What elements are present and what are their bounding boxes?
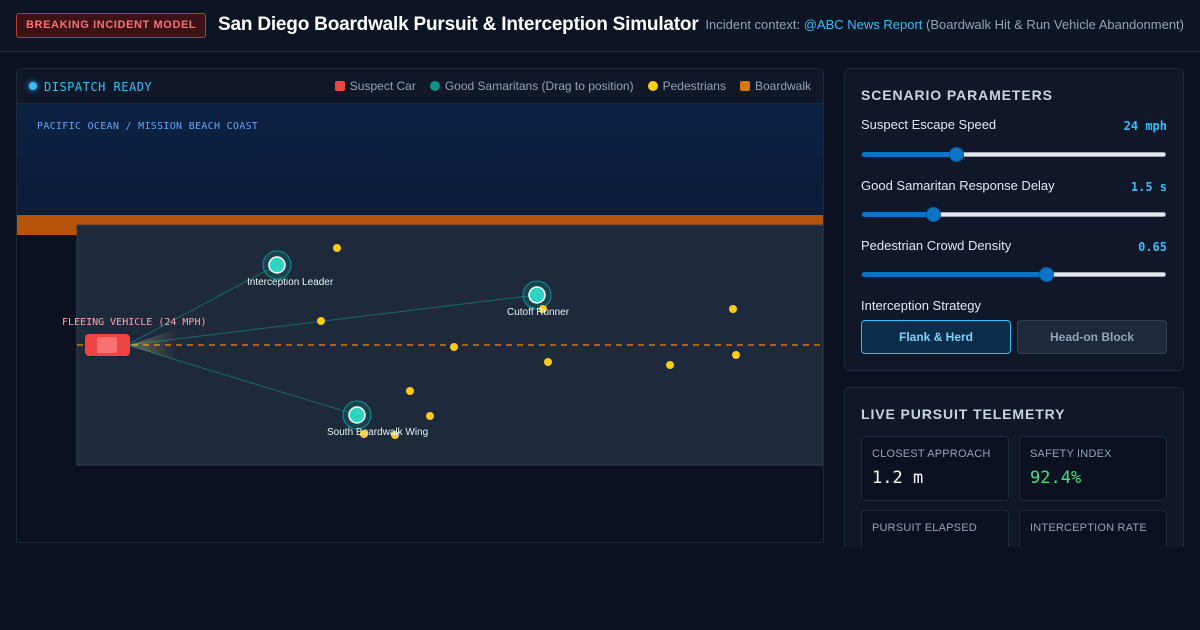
head-on-block-button[interactable]: Head-on Block <box>1017 320 1167 354</box>
legend-boardwalk: Boardwalk <box>739 79 811 93</box>
slider-fill <box>862 152 956 157</box>
slider-thumb[interactable] <box>926 207 941 222</box>
pedestrian-icon <box>426 412 434 420</box>
pedestrian-icon <box>732 351 740 359</box>
stat-label: INTERCEPTION RATE <box>1030 522 1147 534</box>
stat-label: SAFETY INDEX <box>1030 448 1112 460</box>
slider-fill <box>862 272 1046 277</box>
incident-context: Incident context: @ABC News Report (Boar… <box>705 17 1184 33</box>
panel-title: SCENARIO PARAMETERS <box>861 87 1053 103</box>
speed-slider[interactable] <box>862 146 1166 162</box>
suspect-car-swatch-icon <box>334 81 345 91</box>
pedestrian-swatch-icon <box>647 81 658 91</box>
crowd-density-value: 0.65 <box>1138 240 1167 254</box>
boardwalk-swatch-icon <box>739 81 750 91</box>
page-title: San Diego Boardwalk Pursuit & Intercepti… <box>218 14 699 35</box>
slider-thumb[interactable] <box>949 147 964 162</box>
strategy-label: Interception Strategy <box>861 298 981 313</box>
legend-pedestrians: Pedestrians <box>647 79 726 93</box>
samaritan-label: Cutoff Runner <box>507 307 570 318</box>
flank-and-herd-button[interactable]: Flank & Herd <box>861 320 1011 354</box>
simulation-toolbar: DISPATCH READY Suspect Car Good Samarita… <box>17 69 823 104</box>
legend-label: Good Samaritans (Drag to position) <box>444 79 634 93</box>
app-header: BREAKING INCIDENT MODEL San Diego Boardw… <box>0 0 1200 52</box>
samaritan-swatch-icon <box>429 81 440 91</box>
suspect-car-icon[interactable] <box>85 334 130 357</box>
context-prefix: Incident context: <box>705 17 801 32</box>
slider-fill <box>862 212 933 217</box>
pedestrian-icon <box>729 305 737 313</box>
legend-label: Pedestrians <box>662 79 726 93</box>
pedestrian-icon <box>666 361 674 369</box>
interception-rate-card: INTERCEPTION RATE <box>1019 510 1167 547</box>
stat-value: 92.4% <box>1030 468 1082 488</box>
crowd-density-label: Pedestrian Crowd Density <box>861 238 1012 253</box>
pedestrian-icon <box>450 343 458 351</box>
response-delay-value: 1.5 s <box>1130 180 1167 194</box>
legend-label: Boardwalk <box>754 79 811 93</box>
samaritan-label: South Boardwalk Wing <box>327 427 429 438</box>
legend-suspect-car: Suspect Car <box>334 79 416 93</box>
pedestrian-icon <box>333 244 341 252</box>
samaritan-label: Interception Leader <box>247 277 334 288</box>
context-suffix: (Boardwalk Hit & Run Vehicle Abandonment… <box>926 17 1184 32</box>
safety-index-card: SAFETY INDEX 92.4% <box>1019 436 1167 501</box>
status-indicator-icon <box>29 82 37 90</box>
stat-value: 1.2 m <box>872 468 924 488</box>
simulation-panel: DISPATCH READY Suspect Car Good Samarita… <box>16 68 824 543</box>
samaritan-south-boardwalk-wing[interactable] <box>342 400 372 430</box>
map-legend: Suspect Car Good Samaritans (Drag to pos… <box>334 79 811 93</box>
stat-label: CLOSEST APPROACH <box>872 448 991 460</box>
legend-good-samaritans: Good Samaritans (Drag to position) <box>429 79 634 93</box>
crowd-density-slider[interactable] <box>862 266 1166 282</box>
boardwalk-corner <box>17 225 77 235</box>
pedestrian-icon <box>406 387 414 395</box>
live-telemetry-panel: LIVE PURSUIT TELEMETRY CLOSEST APPROACH … <box>844 387 1184 547</box>
response-delay-slider[interactable] <box>862 206 1166 222</box>
speed-label: Suspect Escape Speed <box>861 117 997 132</box>
pedestrian-icon <box>544 358 552 366</box>
scenario-parameters-panel: SCENARIO PARAMETERS Suspect Escape Speed… <box>844 68 1184 371</box>
samaritan-cutoff-runner[interactable] <box>522 280 552 310</box>
pursuit-map[interactable]: PACIFIC OCEAN / MISSION BEACH COAST FLEE… <box>17 104 823 542</box>
pedestrian-icon <box>317 317 325 325</box>
fleeing-vehicle-label: FLEEING VEHICLE (24 MPH) <box>62 317 207 328</box>
response-delay-label: Good Samaritan Response Delay <box>861 178 1055 193</box>
panel-title: LIVE PURSUIT TELEMETRY <box>861 406 1066 422</box>
legend-label: Suspect Car <box>349 79 416 93</box>
incident-badge: BREAKING INCIDENT MODEL <box>16 13 207 38</box>
speed-value: 24 mph <box>1123 119 1167 133</box>
closest-approach-card: CLOSEST APPROACH 1.2 m <box>861 436 1009 501</box>
slider-thumb[interactable] <box>1039 267 1054 282</box>
ocean-zone-label: PACIFIC OCEAN / MISSION BEACH COAST <box>37 121 259 132</box>
news-report-link[interactable]: @ABC News Report <box>804 17 923 32</box>
stat-label: PURSUIT ELAPSED <box>872 522 977 534</box>
dispatch-status: DISPATCH READY <box>44 80 153 94</box>
pursuit-elapsed-card: PURSUIT ELAPSED <box>861 510 1009 547</box>
samaritan-interception-leader[interactable] <box>262 250 292 280</box>
boardwalk-strip <box>17 215 823 225</box>
